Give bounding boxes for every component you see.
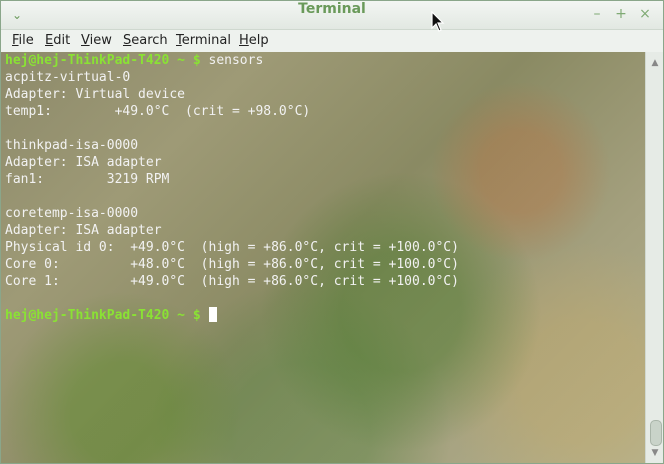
title-bar[interactable]: ⌄ Terminal – + × <box>1 1 663 30</box>
maximize-button[interactable]: + <box>612 6 630 24</box>
output-line: temp1: +49.0°C (crit = +98.0°C) <box>5 104 311 119</box>
prompt: hej@hej-ThinkPad-T420 ~ $ <box>5 308 201 323</box>
output-line: Adapter: ISA adapter <box>5 223 162 238</box>
menu-help[interactable]: Help <box>239 30 269 52</box>
output-line: coretemp-isa-0000 <box>5 206 139 221</box>
output-line: acpitz-virtual-0 <box>5 70 131 85</box>
terminal-area[interactable]: hej@hej-ThinkPad-T420 ~ $ sensors acpitz… <box>1 52 645 463</box>
text-cursor <box>208 307 217 322</box>
menu-view[interactable]: View <box>81 30 112 52</box>
menu-terminal[interactable]: Terminal <box>176 30 231 52</box>
output-line: Adapter: Virtual device <box>5 87 186 102</box>
close-button[interactable]: × <box>636 6 654 24</box>
menu-file[interactable]: File <box>12 30 34 52</box>
prompt: hej@hej-ThinkPad-T420 ~ $ <box>5 53 201 68</box>
scroll-up-icon[interactable]: ▲ <box>650 58 660 68</box>
output-line: thinkpad-isa-0000 <box>5 138 139 153</box>
vertical-scrollbar[interactable]: ▲ ▼ <box>645 52 663 463</box>
output-line: Physical id 0: +49.0°C (high = +86.0°C, … <box>5 240 459 255</box>
minimize-button[interactable]: – <box>588 6 606 24</box>
window-title: Terminal <box>298 1 366 17</box>
mouse-pointer-icon <box>431 11 445 32</box>
output-line: Adapter: ISA adapter <box>5 155 162 170</box>
menu-edit[interactable]: Edit <box>45 30 70 52</box>
scroll-down-icon[interactable]: ▼ <box>650 448 660 458</box>
output-line: fan1: 3219 RPM <box>5 172 170 187</box>
terminal-output: hej@hej-ThinkPad-T420 ~ $ sensors acpitz… <box>5 52 459 324</box>
output-line: Core 0: +48.0°C (high = +86.0°C, crit = … <box>5 257 459 272</box>
menu-bar: File Edit View Search Terminal Help <box>1 30 663 52</box>
scrollbar-thumb[interactable] <box>650 420 662 446</box>
menu-search[interactable]: Search <box>123 30 168 52</box>
terminal-window: ⌄ Terminal – + × File Edit View Search T… <box>0 0 664 464</box>
command: sensors <box>200 53 264 68</box>
output-line: Core 1: +49.0°C (high = +86.0°C, crit = … <box>5 274 459 289</box>
